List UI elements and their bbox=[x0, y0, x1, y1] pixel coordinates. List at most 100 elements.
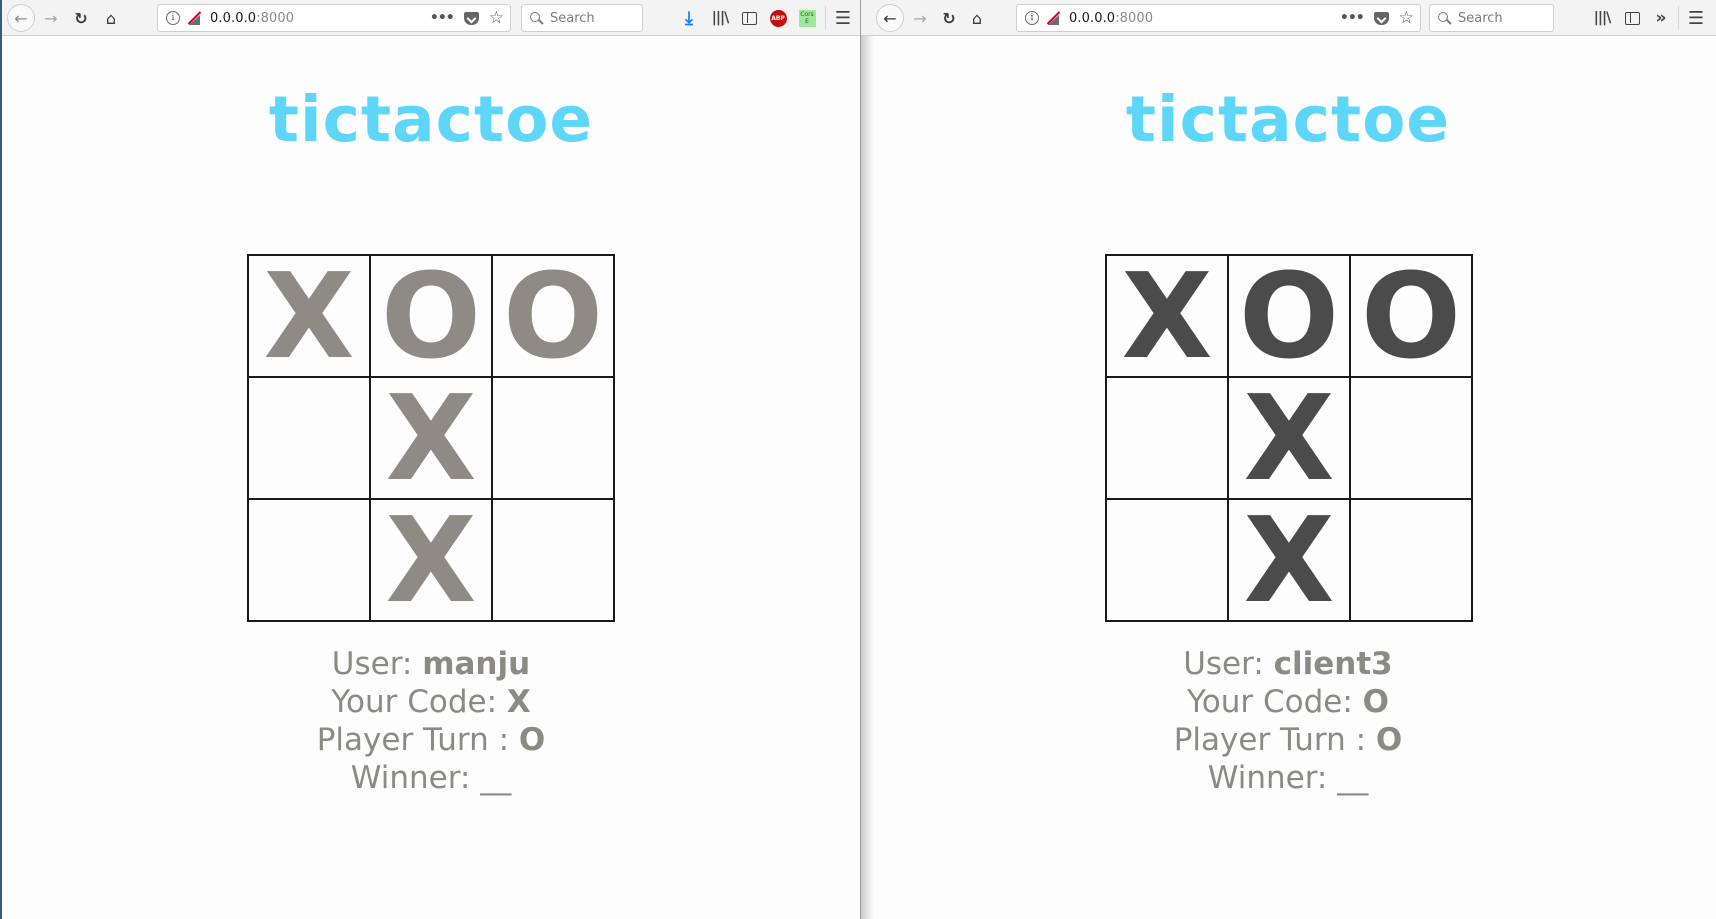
user-value: client3 bbox=[1273, 646, 1393, 682]
board-cell[interactable]: X bbox=[370, 377, 492, 499]
page-actions-icon[interactable]: ••• bbox=[1340, 10, 1365, 26]
code-label: Your Code: bbox=[1186, 684, 1363, 720]
user-label: User: bbox=[1183, 646, 1274, 682]
navigation-toolbar: ← → ↻ ⌂ i 0.0.0.0:8000 ••• ☆ Search ⤓ ||… bbox=[2, 0, 860, 36]
user-line: User: manju bbox=[2, 645, 860, 683]
info-icon[interactable]: i bbox=[1025, 11, 1039, 25]
cors-extension-icon: Cors E bbox=[798, 9, 816, 27]
menu-button[interactable]: ☰ bbox=[831, 5, 855, 31]
code-label: Your Code: bbox=[331, 684, 507, 720]
board-cell[interactable] bbox=[1350, 377, 1472, 499]
search-box[interactable]: Search bbox=[1429, 4, 1554, 32]
pocket-icon[interactable] bbox=[1373, 11, 1389, 25]
overflow-menu-button[interactable]: » bbox=[1649, 5, 1673, 31]
board-cell[interactable]: O bbox=[1350, 255, 1472, 377]
code-line: Your Code: O bbox=[860, 683, 1716, 721]
sidebar-icon bbox=[741, 11, 757, 25]
forward-button[interactable]: → bbox=[907, 5, 933, 31]
reload-button[interactable]: ↻ bbox=[936, 5, 962, 31]
sidebar-button[interactable] bbox=[1620, 5, 1644, 31]
winner-label: Winner: bbox=[350, 760, 481, 796]
url-bar[interactable]: i 0.0.0.0:8000 ••• ☆ bbox=[1016, 4, 1421, 32]
browser-window-left: ← → ↻ ⌂ i 0.0.0.0:8000 ••• ☆ Search ⤓ ||… bbox=[0, 0, 860, 919]
chevrons-right-icon: » bbox=[1655, 8, 1667, 28]
navigation-toolbar: ← → ↻ ⌂ i 0.0.0.0:8000 ••• ☆ Search |||\… bbox=[860, 0, 1716, 36]
page-actions-icon[interactable]: ••• bbox=[430, 10, 455, 26]
board-cell[interactable]: X bbox=[248, 255, 370, 377]
board-cell[interactable] bbox=[248, 499, 370, 621]
reload-icon: ↻ bbox=[74, 8, 88, 28]
bookmark-star-icon[interactable]: ☆ bbox=[1399, 9, 1414, 27]
winner-value: __ bbox=[480, 760, 512, 796]
back-button[interactable]: ← bbox=[876, 4, 904, 32]
insecure-connection-icon bbox=[187, 11, 202, 25]
winner-value: __ bbox=[1337, 760, 1369, 796]
board-cell[interactable]: O bbox=[370, 255, 492, 377]
url-text[interactable]: 0.0.0.0:8000 bbox=[210, 11, 294, 26]
url-port: :8000 bbox=[256, 10, 295, 26]
board-cell[interactable]: X bbox=[370, 499, 492, 621]
turn-label: Player Turn : bbox=[316, 722, 519, 758]
page-title: tictactoe bbox=[268, 83, 594, 156]
home-button[interactable]: ⌂ bbox=[98, 5, 124, 31]
adblock-plus-icon: ABP bbox=[769, 9, 787, 27]
board-cell[interactable] bbox=[248, 377, 370, 499]
game-board: X O O X X bbox=[1105, 254, 1473, 622]
user-line: User: client3 bbox=[860, 645, 1716, 683]
info-icon[interactable]: i bbox=[166, 11, 180, 25]
board-cell[interactable] bbox=[1106, 377, 1228, 499]
sidebar-icon bbox=[1624, 11, 1640, 25]
board-cell[interactable] bbox=[1106, 499, 1228, 621]
turn-value: O bbox=[518, 722, 546, 758]
url-text[interactable]: 0.0.0.0:8000 bbox=[1069, 11, 1153, 26]
turn-line: Player Turn : O bbox=[860, 721, 1716, 759]
library-button[interactable]: |||\ bbox=[1590, 5, 1614, 31]
board-cell[interactable]: X bbox=[1228, 377, 1350, 499]
bookmark-star-icon[interactable]: ☆ bbox=[489, 9, 504, 27]
user-value: manju bbox=[422, 646, 531, 682]
adblock-plus-button[interactable]: ABP bbox=[766, 5, 790, 31]
game-info: User: client3 Your Code: O Player Turn :… bbox=[860, 645, 1716, 797]
game-info: User: manju Your Code: X Player Turn : O… bbox=[2, 645, 860, 797]
board-cell[interactable] bbox=[492, 377, 614, 499]
user-label: User: bbox=[331, 646, 423, 682]
sidebar-button[interactable] bbox=[737, 5, 761, 31]
reload-button[interactable]: ↻ bbox=[68, 5, 94, 31]
search-icon bbox=[530, 11, 543, 25]
board-cell[interactable] bbox=[492, 499, 614, 621]
url-port: :8000 bbox=[1115, 10, 1154, 26]
search-placeholder: Search bbox=[1458, 10, 1503, 26]
downloads-button[interactable]: ⤓ bbox=[677, 5, 701, 31]
search-box[interactable]: Search bbox=[521, 4, 643, 32]
home-button[interactable]: ⌂ bbox=[964, 5, 990, 31]
code-value: X bbox=[506, 684, 531, 720]
forward-button[interactable]: → bbox=[38, 5, 64, 31]
board-cell[interactable]: O bbox=[492, 255, 614, 377]
menu-button[interactable]: ☰ bbox=[1684, 5, 1708, 31]
turn-value: O bbox=[1375, 722, 1403, 758]
page-title: tictactoe bbox=[1125, 83, 1451, 156]
url-host: 0.0.0.0 bbox=[1069, 10, 1116, 26]
board-cell[interactable]: X bbox=[1106, 255, 1228, 377]
page-content: tictactoe X O O X X User: client3 Your C… bbox=[860, 37, 1716, 919]
board-cell[interactable]: X bbox=[1228, 499, 1350, 621]
home-icon: ⌂ bbox=[105, 8, 117, 28]
search-placeholder: Search bbox=[550, 10, 595, 26]
pocket-icon[interactable] bbox=[463, 11, 479, 25]
board-cell[interactable] bbox=[1350, 499, 1472, 621]
library-icon: |||\ bbox=[1593, 10, 1611, 26]
arrow-right-icon: → bbox=[44, 8, 58, 28]
toolbar-separator bbox=[825, 6, 826, 30]
browser-window-right: ← → ↻ ⌂ i 0.0.0.0:8000 ••• ☆ Search |||\… bbox=[860, 0, 1716, 919]
library-button[interactable]: |||\ bbox=[708, 5, 732, 31]
board-cell[interactable]: O bbox=[1228, 255, 1350, 377]
back-button[interactable]: ← bbox=[7, 4, 35, 32]
toolbar-separator bbox=[1678, 6, 1679, 30]
url-bar[interactable]: i 0.0.0.0:8000 ••• ☆ bbox=[157, 4, 511, 32]
hamburger-menu-icon: ☰ bbox=[1687, 7, 1705, 29]
download-icon: ⤓ bbox=[685, 7, 693, 29]
cors-extension-button[interactable]: Cors E bbox=[795, 5, 819, 31]
winner-line: Winner: __ bbox=[2, 759, 860, 797]
reload-icon: ↻ bbox=[942, 8, 956, 28]
winner-label: Winner: bbox=[1207, 760, 1338, 796]
